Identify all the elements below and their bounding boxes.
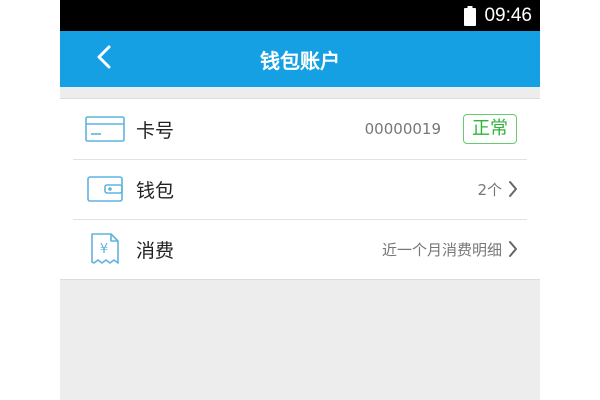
card-icon [85, 114, 125, 144]
app-screen: 09:46 钱包账户 卡号 00000019 正常 钱包 2个 ¥ 消费 近一个… [60, 0, 540, 400]
wallet-row[interactable]: 钱包 2个 [60, 159, 540, 219]
card-number-value: 00000019 [364, 120, 441, 138]
consumption-label: 消费 [136, 239, 175, 262]
status-time: 09:46 [484, 4, 532, 26]
consumption-row[interactable]: ¥ 消费 近一个月消费明细 [60, 219, 540, 279]
wallet-count: 2个 [477, 180, 502, 199]
wallet-icon [85, 174, 125, 204]
svg-text:¥: ¥ [100, 242, 108, 257]
chevron-right-icon [508, 240, 518, 258]
card-number-label: 卡号 [136, 119, 175, 142]
status-badge: 正常 [463, 114, 517, 144]
page-title: 钱包账户 [260, 48, 340, 73]
battery-icon [464, 5, 477, 26]
back-button[interactable] [90, 31, 118, 87]
chevron-right-icon [508, 180, 518, 198]
status-bar: 09:46 [60, 0, 540, 31]
card-number-row[interactable]: 卡号 00000019 正常 [60, 99, 540, 159]
wallet-label: 钱包 [136, 179, 175, 202]
title-bar: 钱包账户 [60, 31, 540, 87]
back-arrow-icon [96, 44, 112, 74]
account-list: 卡号 00000019 正常 钱包 2个 ¥ 消费 近一个月消费明细 [60, 98, 540, 280]
consumption-detail-link: 近一个月消费明细 [381, 240, 502, 259]
receipt-icon: ¥ [85, 233, 125, 264]
